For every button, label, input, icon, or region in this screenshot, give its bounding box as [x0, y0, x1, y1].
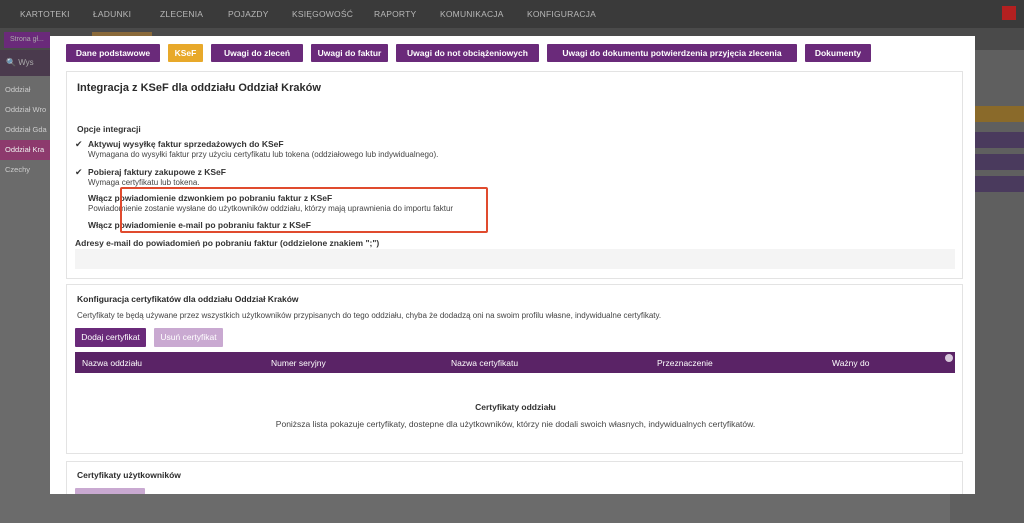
option-title: Aktywuj wysyłkę faktur sprzedażowych do …	[88, 139, 284, 149]
remove-certificate-button[interactable]: Usuń certyfikat	[154, 328, 223, 347]
sidebar-item[interactable]: Oddział Gda	[0, 120, 52, 140]
sidebar-item[interactable]: Czechy	[0, 160, 52, 180]
nav-item-ksiegowosc[interactable]: KSIĘGOWOŚĆ	[292, 9, 353, 19]
search-icon: 🔍	[6, 58, 16, 67]
option-desc: Wymaga certyfikatu lub tokena.	[88, 178, 200, 187]
background-tab[interactable]: Strona gł...	[4, 32, 50, 48]
background-search[interactable]: 🔍 Wys	[0, 50, 52, 76]
nav-item-zlecenia[interactable]: ZLECENIA	[160, 9, 203, 19]
top-navigation: KARTOTEKI ŁADUNKI ZLECENIA POJAZDY KSIĘG…	[0, 0, 1024, 28]
email-label: Adresy e-mail do powiadomień po pobraniu…	[75, 238, 380, 248]
tab-ksef[interactable]: KSeF	[168, 44, 203, 62]
certificates-panel: Konfiguracja certyfikatów dla oddziału O…	[66, 284, 963, 454]
highlight-box	[120, 187, 488, 233]
certificates-desc: Certyfikaty te będą używane przez wszyst…	[77, 311, 662, 320]
user-certificates-title: Certyfikaty użytkowników	[77, 470, 181, 480]
check-icon: ✔	[75, 167, 83, 177]
tab-uwagi-faktur[interactable]: Uwagi do faktur	[311, 44, 388, 62]
tab-uwagi-zlecen[interactable]: Uwagi do zleceń	[211, 44, 303, 62]
column-header[interactable]: Nazwa certyfikatu	[451, 358, 518, 368]
nav-item-komunikacja[interactable]: KOMUNIKACJA	[440, 9, 504, 19]
nav-item-kartoteki[interactable]: KARTOTEKI	[20, 9, 70, 19]
certificates-table-header: Nazwa oddziału Numer seryjny Nazwa certy…	[75, 352, 955, 373]
tab-dokumenty[interactable]: Dokumenty	[805, 44, 871, 62]
email-field[interactable]	[75, 249, 955, 269]
nav-item-raporty[interactable]: RAPORTY	[374, 9, 416, 19]
empty-state-title: Certyfikaty oddziału	[475, 402, 556, 412]
tab-dane-podstawowe[interactable]: Dane podstawowe	[66, 44, 160, 62]
tab-uwagi-dokumentu[interactable]: Uwagi do dokumentu potwierdzenia przyjęc…	[547, 44, 797, 62]
option-desc: Wymagana do wysyłki faktur przy użyciu c…	[88, 150, 439, 159]
ksef-integration-panel: Integracja z KSeF dla oddziału Oddział K…	[66, 71, 963, 279]
add-certificate-button[interactable]: Dodaj certyfikat	[75, 328, 146, 347]
sidebar-item-active[interactable]: Oddział Kra	[0, 140, 52, 160]
close-icon[interactable]	[1002, 6, 1016, 20]
column-header[interactable]: Ważny do	[832, 358, 869, 368]
search-text: Wys	[18, 58, 34, 67]
sidebar-item[interactable]: Oddział	[0, 80, 52, 100]
sidebar-item[interactable]: Oddział Wro	[0, 100, 52, 120]
branch-settings-modal: Dane podstawowe KSeF Uwagi do zleceń Uwa…	[50, 36, 975, 494]
nav-item-konfiguracja[interactable]: KONFIGURACJA	[527, 9, 596, 19]
nav-item-pojazdy[interactable]: POJAZDY	[228, 9, 269, 19]
column-header[interactable]: Przeznaczenie	[657, 358, 713, 368]
options-label: Opcje integracji	[77, 124, 141, 134]
user-certificates-panel: Certyfikaty użytkowników	[66, 461, 963, 494]
column-header[interactable]: Numer seryjny	[271, 358, 326, 368]
user-certificates-button[interactable]	[75, 488, 145, 494]
tab-uwagi-not[interactable]: Uwagi do not obciążeniowych	[396, 44, 539, 62]
integration-title: Integracja z KSeF dla oddziału Oddział K…	[77, 82, 321, 94]
gear-icon[interactable]	[945, 354, 953, 362]
nav-item-ladunki[interactable]: ŁADUNKI	[93, 9, 131, 19]
certificates-title: Konfiguracja certyfikatów dla oddziału O…	[77, 294, 299, 304]
option-title: Pobieraj faktury zakupowe z KSeF	[88, 167, 226, 177]
check-icon: ✔	[75, 139, 83, 149]
column-header[interactable]: Nazwa oddziału	[82, 358, 142, 368]
empty-state-desc: Poniższa lista pokazuje certyfikaty, dos…	[275, 419, 756, 429]
